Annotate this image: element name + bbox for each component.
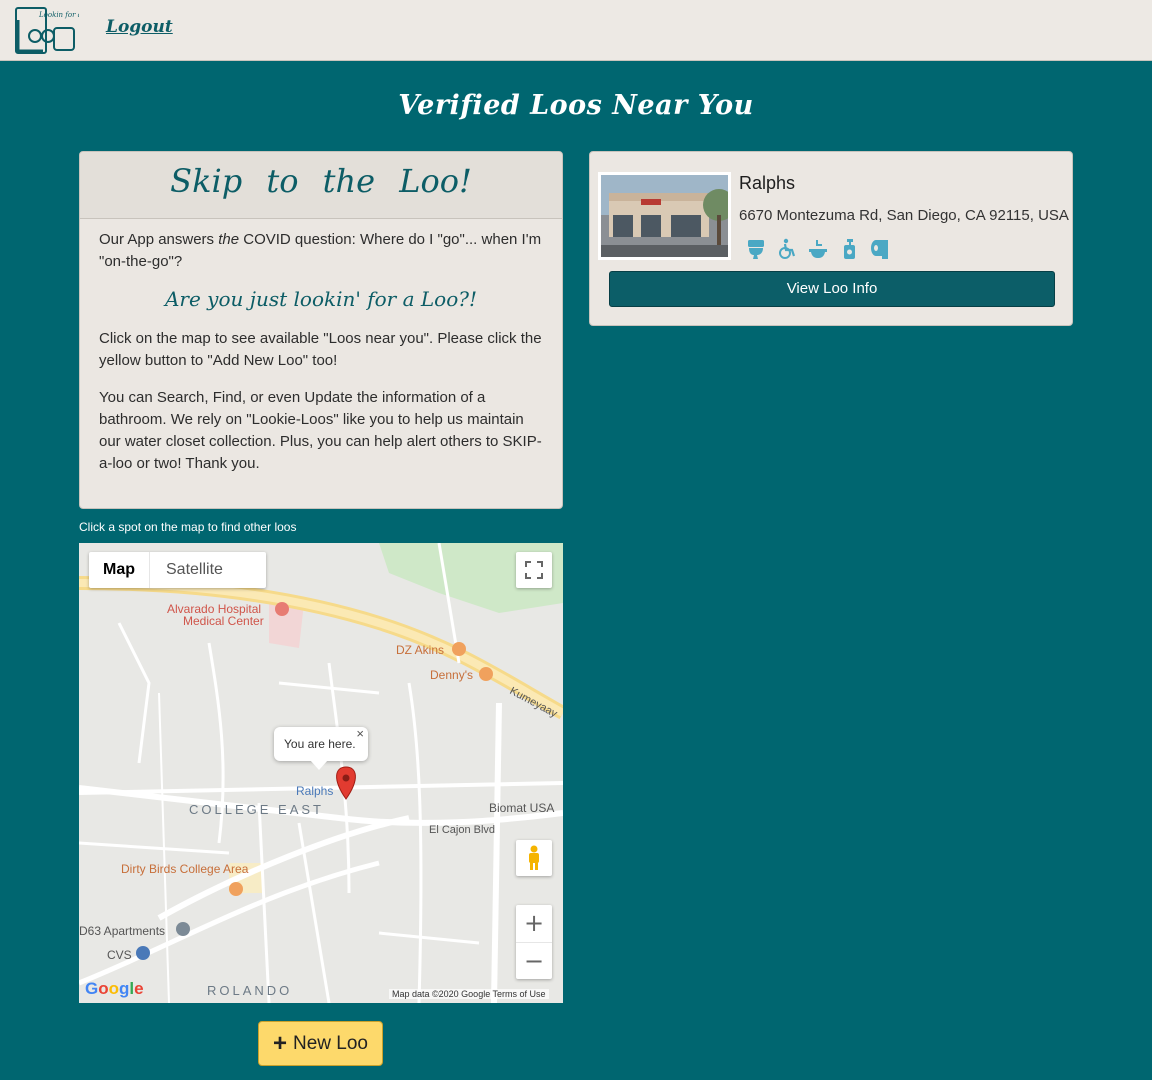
sink-icon <box>807 238 829 260</box>
street-view-pegman[interactable] <box>516 840 552 876</box>
navbar: Lookin for a Logout <box>0 0 1152 61</box>
app-logo[interactable]: Lookin for a <box>15 6 82 55</box>
map-label-ralphs: Ralphs <box>296 784 333 798</box>
map-streets: Alvarado Hospital Medical Center DZ Akin… <box>79 543 563 1003</box>
zoom-out-button[interactable]: − <box>516 942 552 979</box>
map-type-map-button[interactable]: Map <box>89 552 149 588</box>
dirty-birds-marker[interactable] <box>229 882 243 896</box>
info-card-subtitle: Are you just lookin' for a Loo?! <box>164 287 477 311</box>
google-logo[interactable]: Google <box>85 979 144 999</box>
map-label-dennys: Denny's <box>430 668 473 682</box>
map-label-biomat: Biomat USA <box>489 801 554 815</box>
pegman-icon <box>529 845 539 870</box>
map-label-cvs: CVS <box>107 948 132 962</box>
map-label-dirty-birds: Dirty Birds College Area <box>121 862 249 876</box>
map-hint: Click a spot on the map to find other lo… <box>79 520 297 534</box>
toilet-paper-icon <box>869 238 891 260</box>
info-window: You are here. × <box>274 726 368 770</box>
new-loo-button[interactable]: + New Loo <box>258 1021 383 1066</box>
google-map[interactable]: Alvarado Hospital Medical Center DZ Akin… <box>79 543 563 1003</box>
loo-address: 6670 Montezuma Rd, San Diego, CA 92115, … <box>739 207 1069 224</box>
info-window-text: You are here. <box>284 737 356 751</box>
instructions-paragraph: Click on the map to see available "Loos … <box>99 330 542 369</box>
fullscreen-button[interactable] <box>516 552 552 588</box>
map-label-college-east: COLLEGE EAST <box>189 802 324 817</box>
hospital-marker[interactable] <box>275 602 289 616</box>
plus-icon: + <box>272 1029 287 1057</box>
d63-marker[interactable] <box>176 922 190 936</box>
zoom-in-button[interactable]: + <box>516 905 552 942</box>
page-title: Verified Loos Near You <box>398 90 754 121</box>
info-card-title: Skip to the Loo! <box>170 162 472 200</box>
loo-name: Ralphs <box>739 173 796 193</box>
cvs-marker[interactable] <box>136 946 150 960</box>
wheelchair-icon <box>776 238 798 260</box>
info-window-tail <box>310 760 328 770</box>
logout-link[interactable]: Logout <box>106 17 173 37</box>
map-label-dz-akins: DZ Akins <box>396 643 444 657</box>
dz-akins-marker[interactable] <box>452 642 466 656</box>
dennys-marker[interactable] <box>479 667 493 681</box>
intro-before: Our App answers <box>99 231 219 248</box>
map-label-d63: D63 Apartments <box>79 924 165 938</box>
toilet-icon <box>745 238 767 260</box>
view-loo-info-button[interactable]: View Loo Info <box>609 271 1055 307</box>
map-label-el-cajon: El Cajon Blvd <box>429 824 495 836</box>
info-card-body: Our App answers the COVID question: Wher… <box>80 219 562 475</box>
map-label-rolando: ROLANDO <box>207 983 292 998</box>
info-card-header: Skip to the Loo! <box>80 152 562 219</box>
loo-photo <box>598 172 731 260</box>
fullscreen-icon <box>525 561 543 579</box>
map-type-satellite-button[interactable]: Satellite <box>149 552 239 588</box>
zoom-control: + − <box>516 905 552 979</box>
close-icon[interactable]: × <box>356 717 364 751</box>
svg-text:Lookin for a: Lookin for a <box>38 11 79 19</box>
map-label-hospital-2: Medical Center <box>183 614 264 628</box>
map-type-control: Map Satellite <box>89 552 266 588</box>
intro-emphasis: the <box>218 231 240 248</box>
loo-result-card: Ralphs 6670 Montezuma Rd, San Diego, CA … <box>589 151 1073 326</box>
soap-icon <box>838 238 860 260</box>
amenity-icons <box>745 238 891 260</box>
about-paragraph: You can Search, Find, or even Update the… <box>99 389 542 472</box>
new-loo-label: New Loo <box>293 1032 368 1054</box>
map-attribution[interactable]: Map data ©2020 Google Terms of Use <box>389 989 549 999</box>
info-card: Skip to the Loo! Our App answers the COV… <box>79 151 563 509</box>
intro-paragraph: Our App answers the COVID question: Wher… <box>99 229 543 273</box>
